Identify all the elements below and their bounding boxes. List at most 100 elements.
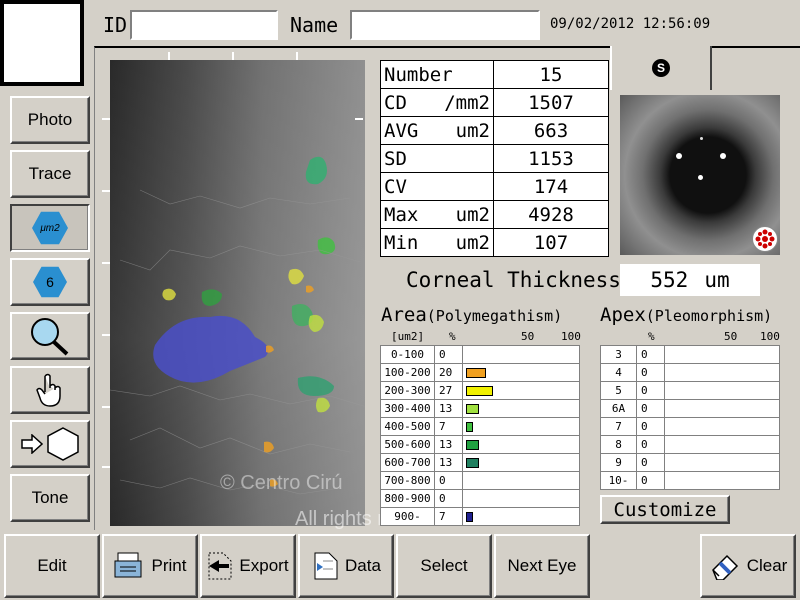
corneal-thickness-label: Corneal Thickness	[406, 268, 621, 292]
print-button[interactable]: Print	[102, 534, 198, 598]
stats-row: CV 174	[380, 172, 609, 201]
apex-row: 40	[600, 363, 780, 382]
apex-row: 6A 0	[600, 399, 780, 418]
area-row-pct: 13	[434, 453, 463, 472]
id-label: ID	[103, 13, 128, 37]
area-bar	[466, 512, 473, 522]
stat-unit: um2	[455, 203, 490, 226]
apex-row-pct: 0	[636, 381, 665, 400]
apex-row-label: 6A	[600, 399, 637, 418]
apex-row: 90	[600, 453, 780, 472]
stat-unit: um2	[455, 119, 490, 142]
area-row-label: 400-500	[380, 417, 435, 436]
apex-row-label: 3	[600, 345, 637, 364]
stats-row: CD/mm2 1507	[380, 88, 609, 117]
apex-row: 10- 0	[600, 471, 780, 490]
select-label: Select	[420, 556, 468, 575]
area-row-label: 900-	[380, 507, 435, 526]
area-tick-100: 100	[561, 330, 581, 343]
stat-label: Min	[384, 231, 419, 254]
area-row-label: 700-800	[380, 471, 435, 490]
endothelium-image: © Centro Cirú	[110, 60, 365, 526]
area-row-label: 500-600	[380, 435, 435, 454]
edit-button[interactable]: Edit	[4, 534, 100, 598]
six-button[interactable]: 6	[10, 258, 90, 306]
next-eye-button[interactable]: Next Eye	[494, 534, 590, 598]
apex-title: Apex(Pleomorphism)	[600, 304, 773, 326]
export-button[interactable]: Export	[200, 534, 296, 598]
export-icon	[208, 552, 232, 580]
area-row-pct: 13	[434, 435, 463, 454]
hand-button[interactable]	[10, 366, 90, 414]
apex-header: % 50 100	[648, 330, 780, 343]
stat-value: 4928	[493, 200, 609, 229]
area-row: 900- 7	[380, 507, 580, 526]
stat-value: 663	[493, 116, 609, 145]
area-row-label: 800-900	[380, 489, 435, 508]
apex-tick-50: 50	[724, 330, 738, 343]
area-row: 800-900 0	[380, 489, 580, 508]
corneal-thickness-unit: um	[704, 268, 730, 292]
tone-button[interactable]: Tone	[10, 474, 90, 522]
customize-button[interactable]: Customize	[600, 495, 730, 524]
stats-table: Number 15 CD/mm2 1507 AVG um2 663 SD 1153 CV 174 Ma…	[380, 60, 609, 257]
edit-label: Edit	[37, 556, 67, 575]
stats-row: Max um2 4928	[380, 200, 609, 229]
data-button[interactable]: Data	[298, 534, 394, 598]
apex-row-label: 5	[600, 381, 637, 400]
eye-position-icon	[752, 226, 778, 252]
area-row-pct: 27	[434, 381, 463, 400]
area-bar	[466, 368, 486, 378]
stat-value: 1153	[493, 144, 609, 173]
stats-row: AVG um2 663	[380, 116, 609, 145]
area-row: 400-500 7	[380, 417, 580, 436]
arrow-hexagon-button[interactable]	[10, 420, 90, 468]
stat-label: CV	[384, 175, 407, 198]
s-circle-icon: S	[652, 59, 670, 77]
area-bar	[466, 422, 473, 432]
area-row-pct: 7	[434, 507, 463, 526]
area-row: 700-800 0	[380, 471, 580, 490]
corneal-thickness-value: 552	[650, 268, 689, 292]
area-row: 200-300 27	[380, 381, 580, 400]
name-label: Name	[290, 13, 339, 37]
tab-s[interactable]: S	[610, 46, 712, 90]
area-row-pct: 0	[434, 471, 463, 490]
id-field[interactable]	[130, 10, 278, 40]
photo-button[interactable]: Photo	[10, 96, 90, 144]
export-label: Export	[239, 556, 289, 575]
next-eye-label: Next Eye	[507, 556, 577, 575]
area-row-pct: 13	[434, 399, 463, 418]
apex-row-pct: 0	[636, 471, 665, 490]
area-bar	[466, 404, 479, 414]
stat-label: CD	[384, 91, 407, 114]
apex-row-label: 10-	[600, 471, 637, 490]
apex-tick-100: 100	[760, 330, 780, 343]
apex-row-pct: 0	[636, 345, 665, 364]
stat-label: Number	[384, 63, 453, 86]
select-button[interactable]: Select	[396, 534, 492, 598]
clear-button[interactable]: Clear	[700, 534, 796, 598]
trace-button[interactable]: Trace	[10, 150, 90, 198]
stat-value: 15	[493, 60, 609, 89]
stat-unit: um2	[455, 231, 490, 254]
area-bar	[466, 458, 479, 468]
hand-pointer-icon	[36, 373, 61, 407]
stat-value: 107	[493, 228, 609, 257]
apex-row-pct: 0	[636, 399, 665, 418]
stats-row: Min um2 107	[380, 228, 609, 257]
zoom-button[interactable]	[10, 312, 90, 360]
um2-button[interactable]: μm2	[10, 204, 90, 252]
apex-row-pct: 0	[636, 453, 665, 472]
area-row-pct: 0	[434, 489, 463, 508]
area-tick-50: 50	[521, 330, 535, 343]
area-row: 100-200 20	[380, 363, 580, 382]
area-row: 500-600 13	[380, 435, 580, 454]
name-field[interactable]	[350, 10, 540, 40]
area-row: 0-100 0	[380, 345, 580, 364]
stat-label: Max	[384, 203, 419, 226]
apex-row-label: 7	[600, 417, 637, 436]
apex-row-label: 8	[600, 435, 637, 454]
apex-row-label: 4	[600, 363, 637, 382]
stats-row: Number 15	[380, 60, 609, 89]
